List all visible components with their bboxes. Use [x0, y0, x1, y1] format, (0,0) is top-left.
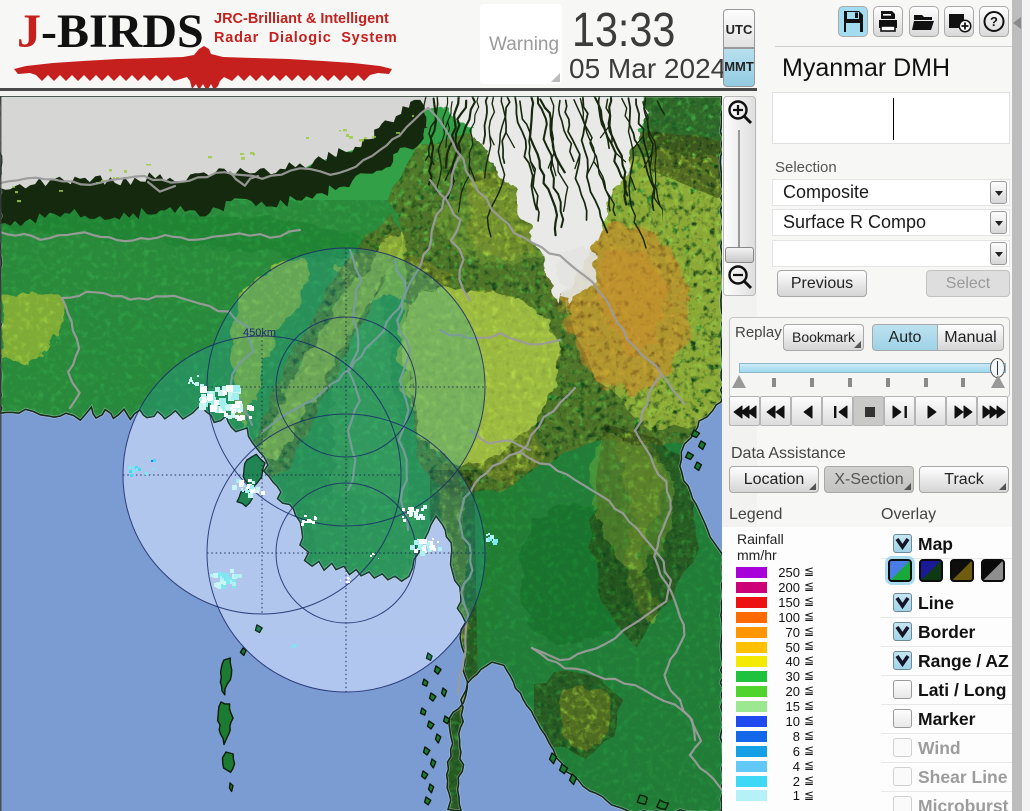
- svg-text:?: ?: [990, 14, 998, 29]
- svg-text:450km: 450km: [243, 327, 276, 339]
